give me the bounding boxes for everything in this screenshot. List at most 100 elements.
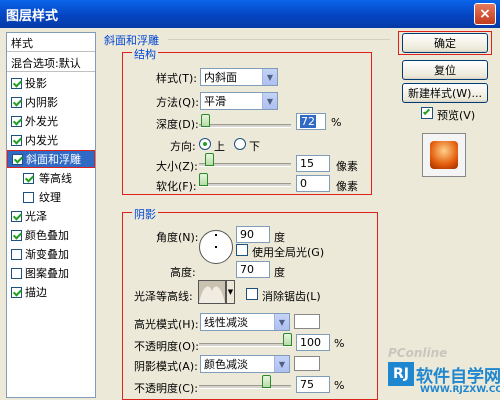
size-unit: 像素 (336, 160, 358, 173)
shadow-opacity-slider-thumb[interactable] (262, 375, 271, 388)
checkbox[interactable] (11, 210, 22, 222)
close-icon: × (479, 6, 491, 22)
checkbox[interactable] (11, 229, 22, 241)
highlight-mode-value: 线性减淡 (204, 316, 248, 329)
style-item-label: 内发光 (25, 134, 58, 147)
gloss-contour-preview[interactable] (198, 280, 226, 304)
shadow-mode-value: 颜色减淡 (204, 358, 248, 371)
style-item-label: 斜面和浮雕 (26, 153, 81, 166)
style-select[interactable]: 内斜面 ▼ (200, 68, 278, 86)
chevron-down-icon: ▼ (262, 93, 277, 109)
blending-options[interactable]: 混合选项:默认 (7, 54, 95, 72)
shading-title: 阴影 (132, 206, 158, 222)
style-item-satin[interactable]: 光泽 (7, 207, 95, 225)
angle-input[interactable]: 90 (236, 226, 270, 243)
altitude-label: 高度: (170, 266, 196, 279)
window-title: 图层样式 (6, 8, 59, 24)
highlight-mode-select[interactable]: 线性减淡 ▼ (200, 313, 290, 331)
technique-label: 方法(Q): (156, 96, 199, 109)
style-item-bevel-emboss[interactable]: 斜面和浮雕 (7, 150, 95, 168)
style-item-label: 投影 (25, 77, 47, 90)
shadow-mode-select[interactable]: 颜色减淡 ▼ (200, 355, 290, 373)
direction-up-label: 上 (214, 140, 225, 153)
checkbox[interactable] (11, 286, 22, 298)
preview-label: 预览(V) (437, 109, 476, 122)
highlight-mode-label: 高光模式(H): (134, 318, 199, 331)
soften-slider-thumb[interactable] (199, 173, 208, 186)
depth-value: 72 (300, 115, 316, 128)
checkbox[interactable] (11, 248, 22, 260)
highlight-color-swatch[interactable] (294, 314, 320, 329)
antialias-label: 消除锯齿(L) (262, 290, 321, 303)
shadow-opacity-input[interactable]: 75 (296, 376, 330, 393)
soften-value: 0 (300, 177, 307, 190)
style-item-contour[interactable]: 等高线 (7, 169, 95, 187)
depth-slider-track[interactable] (199, 124, 291, 128)
window-titlebar: 图层样式 × (0, 0, 500, 28)
shadow-opacity-unit: % (334, 379, 345, 392)
direction-label: 方向: (170, 140, 196, 153)
checkbox[interactable] (11, 134, 22, 146)
highlight-opacity-input[interactable]: 100 (296, 334, 330, 351)
shadow-color-swatch[interactable] (294, 356, 320, 371)
highlight-opacity-slider-thumb[interactable] (283, 333, 292, 346)
close-button[interactable]: × (474, 3, 496, 25)
shadow-opacity-value: 75 (300, 378, 314, 391)
depth-slider-thumb[interactable] (201, 114, 210, 127)
chevron-down-icon: ▼ (274, 314, 289, 330)
preview-checkbox[interactable] (421, 107, 433, 119)
new-style-button[interactable]: 新建样式(W)... (402, 83, 488, 103)
altitude-unit: 度 (274, 266, 285, 279)
size-input[interactable]: 15 (296, 155, 330, 172)
ok-button[interactable]: 确定 (402, 33, 488, 53)
soften-slider-track[interactable] (199, 183, 291, 187)
soften-label: 软化(F): (156, 180, 197, 193)
soften-unit: 像素 (336, 180, 358, 193)
size-value: 15 (300, 157, 314, 170)
style-item-pattern-overlay[interactable]: 图案叠加 (7, 264, 95, 282)
technique-select[interactable]: 平滑 ▼ (200, 92, 278, 110)
depth-input[interactable]: 72 (296, 113, 326, 130)
chevron-down-icon: ▼ (262, 69, 277, 85)
style-item-outer-glow[interactable]: 外发光 (7, 112, 95, 130)
site-logo: RJ (388, 362, 414, 386)
style-item-drop-shadow[interactable]: 投影 (7, 74, 95, 92)
checkbox[interactable] (11, 115, 22, 127)
checkbox[interactable] (11, 77, 22, 89)
checkbox[interactable] (11, 267, 22, 279)
chevron-down-icon[interactable]: ▼ (226, 280, 235, 304)
style-item-inner-shadow[interactable]: 内阴影 (7, 93, 95, 111)
antialias-checkbox[interactable] (246, 288, 258, 300)
style-item-color-overlay[interactable]: 颜色叠加 (7, 226, 95, 244)
style-item-label: 等高线 (39, 172, 72, 185)
shadow-opacity-slider-track[interactable] (199, 385, 291, 389)
checkbox[interactable] (23, 172, 34, 184)
checkbox[interactable] (11, 96, 22, 108)
structure-title: 结构 (132, 46, 158, 62)
angle-dial-center (215, 246, 217, 248)
global-light-checkbox[interactable] (236, 244, 248, 256)
highlight-opacity-slider-track[interactable] (199, 343, 291, 347)
gloss-contour-label: 光泽等高线: (134, 290, 193, 303)
style-item-stroke[interactable]: 描边 (7, 283, 95, 301)
style-label: 样式(T): (156, 72, 198, 85)
style-item-texture[interactable]: 纹理 (7, 188, 95, 206)
style-item-inner-glow[interactable]: 内发光 (7, 131, 95, 149)
contour-curve-icon (199, 286, 225, 303)
global-light-label: 使用全局光(G) (252, 246, 325, 259)
style-item-gradient-overlay[interactable]: 渐变叠加 (7, 245, 95, 263)
technique-select-value: 平滑 (204, 95, 226, 108)
checkbox[interactable] (12, 153, 23, 165)
divider (168, 39, 390, 40)
checkbox[interactable] (23, 191, 34, 203)
highlight-opacity-value: 100 (300, 336, 321, 349)
direction-up-radio[interactable] (199, 138, 211, 150)
angle-unit: 度 (274, 231, 285, 244)
direction-down-radio[interactable] (234, 138, 246, 150)
size-slider-thumb[interactable] (205, 153, 214, 166)
site-url-watermark: WWW.RJZXW.COM (420, 385, 500, 395)
angle-dial[interactable] (199, 230, 233, 264)
reset-button[interactable]: 复位 (402, 60, 488, 80)
altitude-input[interactable]: 70 (236, 261, 270, 278)
soften-input[interactable]: 0 (296, 175, 330, 192)
